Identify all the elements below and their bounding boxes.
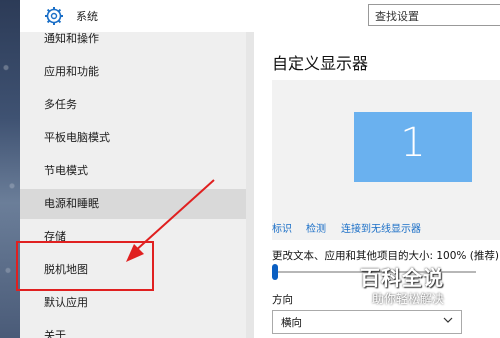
watermark: 百科全说 助你轻松解决 <box>352 262 492 310</box>
sidebar-item-power-sleep[interactable]: 电源和睡眠 <box>20 189 246 219</box>
monitor-number: 1 <box>400 120 426 166</box>
detect-link[interactable]: 检测 <box>306 220 326 235</box>
sidebar-item-apps-features[interactable]: 应用和功能 <box>20 57 246 87</box>
sidebar-item-tablet-mode[interactable]: 平板电脑模式 <box>20 123 246 153</box>
sidebar-item-notifications[interactable]: 通知和操作 <box>20 24 246 54</box>
page-title: 自定义显示器 <box>272 54 369 73</box>
gear-icon <box>45 7 63 25</box>
sidebar-item-battery-saver[interactable]: 节电模式 <box>20 156 246 186</box>
sidebar-item-multitasking[interactable]: 多任务 <box>20 90 246 120</box>
sidebar-item-about[interactable]: 关于 <box>20 321 246 338</box>
monitor-tile[interactable]: 1 <box>354 112 472 182</box>
watermark-title: 百科全说 <box>360 266 444 290</box>
app-title: 系统 <box>76 10 98 23</box>
sidebar-item-default-apps[interactable]: 默认应用 <box>20 288 246 318</box>
chevron-down-icon <box>443 317 453 323</box>
scale-label: 更改文本、应用和其他项目的大小: 100% (推荐) <box>272 250 499 262</box>
scale-slider-thumb[interactable] <box>272 264 278 280</box>
watermark-subtitle: 助你轻松解决 <box>372 292 445 306</box>
search-input[interactable]: 查找设置 <box>368 4 500 26</box>
connect-wireless-display-link[interactable]: 连接到无线显示器 <box>341 220 421 235</box>
sidebar-scrollbar[interactable] <box>246 32 254 338</box>
identify-link[interactable]: 标识 <box>272 220 292 235</box>
sidebar: 通知和操作 应用和功能 多任务 平板电脑模式 节电模式 电源和睡眠 存储 脱机地… <box>20 32 246 338</box>
highlight-box <box>16 241 154 291</box>
orientation-value: 横向 <box>281 317 302 329</box>
orientation-label: 方向 <box>272 294 293 306</box>
orientation-dropdown[interactable]: 横向 <box>272 310 462 334</box>
